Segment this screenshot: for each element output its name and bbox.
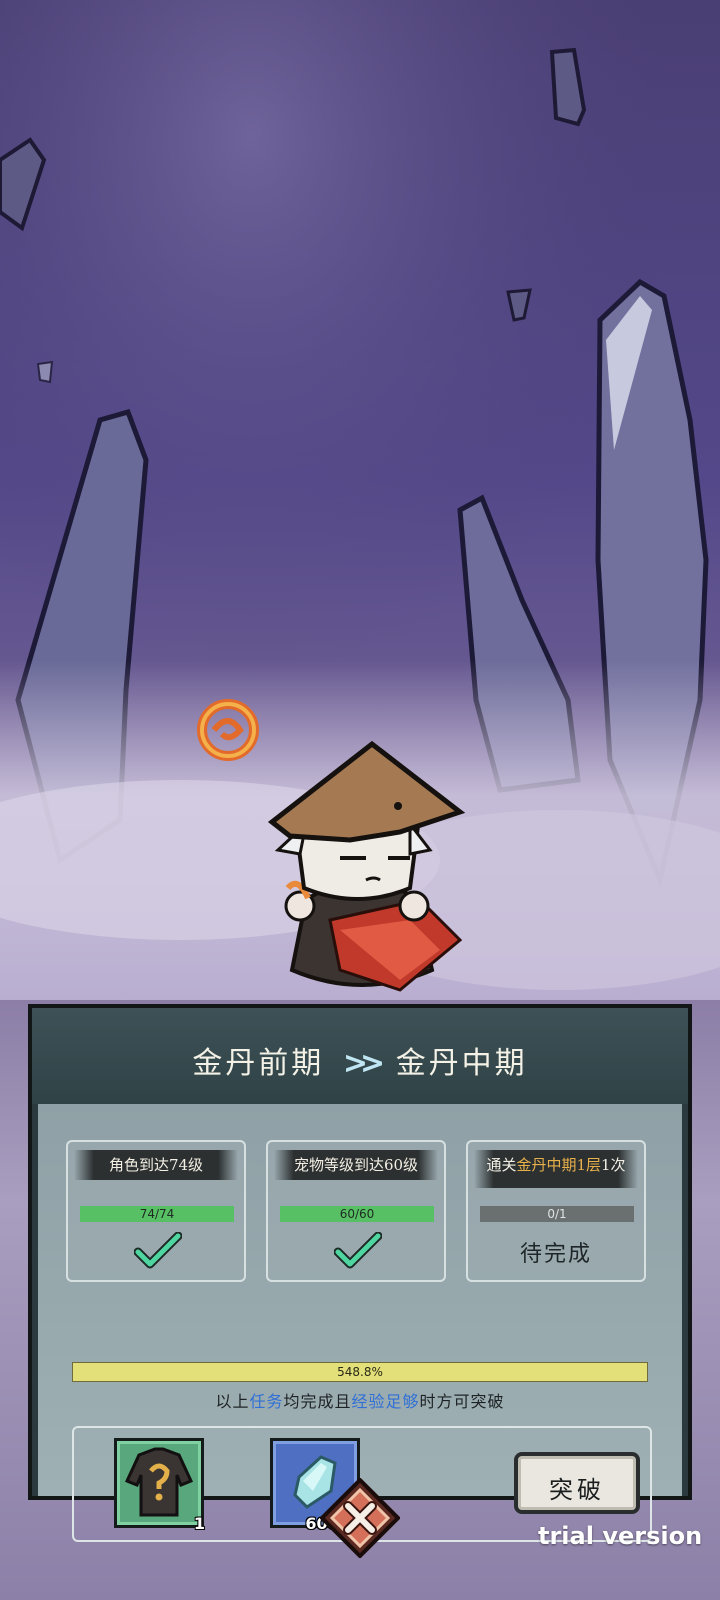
panel-title: 金丹前期 >> 金丹中期 (32, 1038, 688, 1082)
experience-percent: 548.8% (337, 1365, 383, 1379)
task-label-stage: 金丹中期1层 (516, 1156, 601, 1174)
task-progress-bar: 74/74 (80, 1206, 234, 1222)
hint-text: 时方可突破 (419, 1392, 505, 1411)
hint-keyword-tasks: 任务 (249, 1392, 284, 1411)
breakthrough-panel: 金丹前期 >> 金丹中期 角色到达74级 74/74 宠物等级到达60级 60/… (28, 1004, 692, 1542)
breakthrough-button-label: 突破 (549, 1476, 605, 1504)
hint-keyword-exp: 经验足够 (351, 1392, 420, 1411)
double-arrow-icon: >> (342, 1046, 385, 1081)
task-label: 角色到达74级 (74, 1150, 238, 1180)
floating-rock (36, 360, 54, 384)
checkmark-icon (334, 1232, 382, 1269)
panel-body: 角色到达74级 74/74 宠物等级到达60级 60/60 通关金丹中期1层1次… (38, 1104, 682, 1542)
task-label-prefix: 通关 (486, 1156, 517, 1174)
task-progress-text: 74/74 (139, 1207, 175, 1221)
task-card-level: 角色到达74级 74/74 (66, 1140, 246, 1282)
checkmark-icon (134, 1232, 182, 1269)
mystery-robe-icon (124, 1447, 194, 1517)
task-progress-bar: 0/1 (480, 1206, 634, 1222)
item-slot-robe[interactable]: 1 (114, 1438, 205, 1533)
item-count: 1 (193, 1514, 205, 1533)
breakthrough-hint: 以上任务均完成且经验足够时方可突破 (38, 1388, 682, 1412)
close-button[interactable] (320, 1478, 400, 1558)
task-progress-bar: 60/60 (280, 1206, 434, 1222)
hint-text: 均完成且 (283, 1392, 352, 1411)
task-progress-text: 0/1 (547, 1207, 567, 1221)
task-label: 宠物等级到达60级 (274, 1150, 438, 1180)
experience-bar: 548.8% (72, 1362, 648, 1382)
hint-text: 以上 (215, 1392, 250, 1411)
panel-header: 金丹前期 >> 金丹中期 (32, 1008, 688, 1104)
task-label: 通关金丹中期1层1次 (474, 1150, 638, 1188)
breakthrough-button[interactable]: 突破 (514, 1452, 640, 1514)
trial-watermark: trial version (538, 1522, 703, 1550)
task-card-pet-level: 宠物等级到达60级 60/60 (266, 1140, 446, 1282)
current-realm: 金丹前期 (192, 1046, 325, 1081)
next-realm: 金丹中期 (395, 1046, 528, 1081)
task-progress-text: 60/60 (339, 1207, 375, 1221)
task-label-suffix: 1次 (601, 1156, 626, 1174)
task-card-clear-stage: 通关金丹中期1层1次 0/1 待完成 (466, 1140, 646, 1282)
task-pending-status: 待完成 (519, 1242, 592, 1267)
